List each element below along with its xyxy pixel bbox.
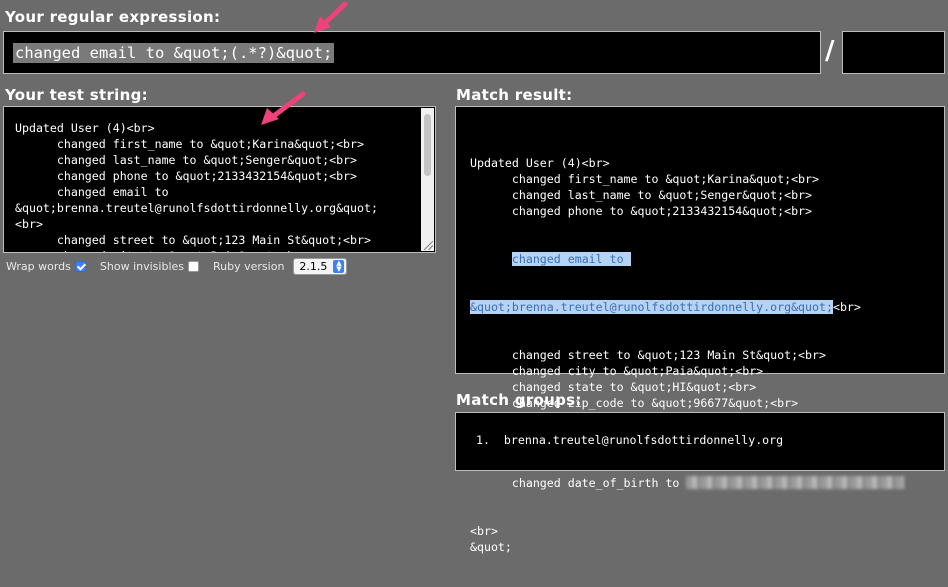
test-string-line: changed phone to &quot;2133432154&quot;<… [15, 169, 358, 183]
scrollbar-thumb[interactable] [424, 114, 431, 176]
match-result-line: changed city to &quot;Paia&quot;<br> [470, 364, 764, 378]
match-lines-final: <br> &quot; [470, 523, 910, 555]
test-string-heading: Your test string: [5, 86, 148, 104]
show-invisibles-label: Show invisibles [99, 260, 185, 273]
dob-line: changed date_of_birth to [470, 475, 910, 491]
redacted-value [686, 476, 905, 489]
test-string-line: changed city to &quot;Paia&quot;<br> [15, 248, 378, 252]
test-string-line: changed email to [15, 185, 169, 199]
test-string-line: Updated User (4)<br> [15, 121, 155, 135]
match-groups-panel: 1. brenna.treutel@runolfsdottirdonnelly.… [455, 412, 945, 471]
test-string-line: <br> [15, 217, 43, 231]
match-highlight-1: changed email to [511, 252, 631, 266]
annotation-arrow-icon [314, 1, 348, 33]
ruby-version-select[interactable]: 2.1.5 ▲ ▼ [293, 258, 348, 275]
match-result-heading: Match result: [456, 86, 573, 104]
wrap-words-checkbox[interactable] [74, 261, 86, 272]
test-string-line: changed first_name to &quot;Karina&quot;… [15, 137, 365, 151]
ruby-version-label: Ruby version [213, 260, 285, 273]
resize-grip-icon[interactable] [424, 241, 433, 250]
match-result-line: changed phone to &quot;2133432154&quot;<… [470, 204, 813, 218]
match-result-line: Updated User (4)<br> [470, 156, 610, 170]
match-group-item: 1. brenna.treutel@runolfsdottirdonnelly.… [476, 433, 784, 447]
regex-value: changed email to &quot;(.*?)&quot; [13, 43, 335, 63]
regex-input[interactable]: changed email to &quot;(.*?)&quot; [3, 31, 821, 74]
options-row: Wrap words Show invisibles Ruby version … [6, 258, 348, 275]
match-result-line: <br> [470, 524, 498, 538]
match-line-2: &quot;brenna.treutel@runolfsdottirdonnel… [470, 300, 861, 314]
match-highlight-2: &quot;brenna.treutel@runolfsdottirdonnel… [470, 300, 833, 314]
regex-heading: Your regular expression: [5, 8, 221, 26]
match-lines-before: Updated User (4)<br> changed first_name … [470, 155, 910, 219]
select-arrows-icon: ▲ ▼ [333, 260, 345, 273]
wrap-words-label: Wrap words [6, 260, 71, 273]
match-line-1: changed email to [470, 251, 910, 267]
match-result-panel: Updated User (4)<br> changed first_name … [455, 106, 945, 554]
test-string-scrollbar[interactable] [421, 108, 434, 251]
test-string-text: Updated User (4)<br> changed first_name … [15, 120, 378, 252]
match-result-line: changed last_name to &quot;Senger&quot;<… [470, 188, 813, 202]
match-groups-heading: Match groups: [456, 391, 582, 409]
regex-delimiter: / [825, 36, 835, 66]
regex-options-input[interactable] [842, 31, 945, 74]
test-string-input[interactable]: Updated User (4)<br> changed first_name … [3, 106, 436, 253]
test-string-line: changed street to &quot;123 Main St&quot… [15, 233, 371, 247]
test-string-line: changed last_name to &quot;Senger&quot;<… [15, 153, 358, 167]
match-groups-list: 1. brenna.treutel@runolfsdottirdonnelly.… [476, 432, 783, 448]
test-string-line: &quot;brenna.treutel@runolfsdottirdonnel… [15, 201, 378, 215]
ruby-version-value: 2.1.5 [299, 260, 328, 273]
show-invisibles-checkbox[interactable] [188, 261, 200, 272]
match-result-line: changed first_name to &quot;Karina&quot;… [470, 172, 820, 186]
match-result-line: changed street to &quot;123 Main St&quot… [470, 348, 826, 362]
annotation-arrow-icon [261, 91, 306, 125]
match-result-text: Updated User (4)<br> changed first_name … [470, 123, 910, 587]
match-result-line: &quot; [470, 540, 512, 554]
